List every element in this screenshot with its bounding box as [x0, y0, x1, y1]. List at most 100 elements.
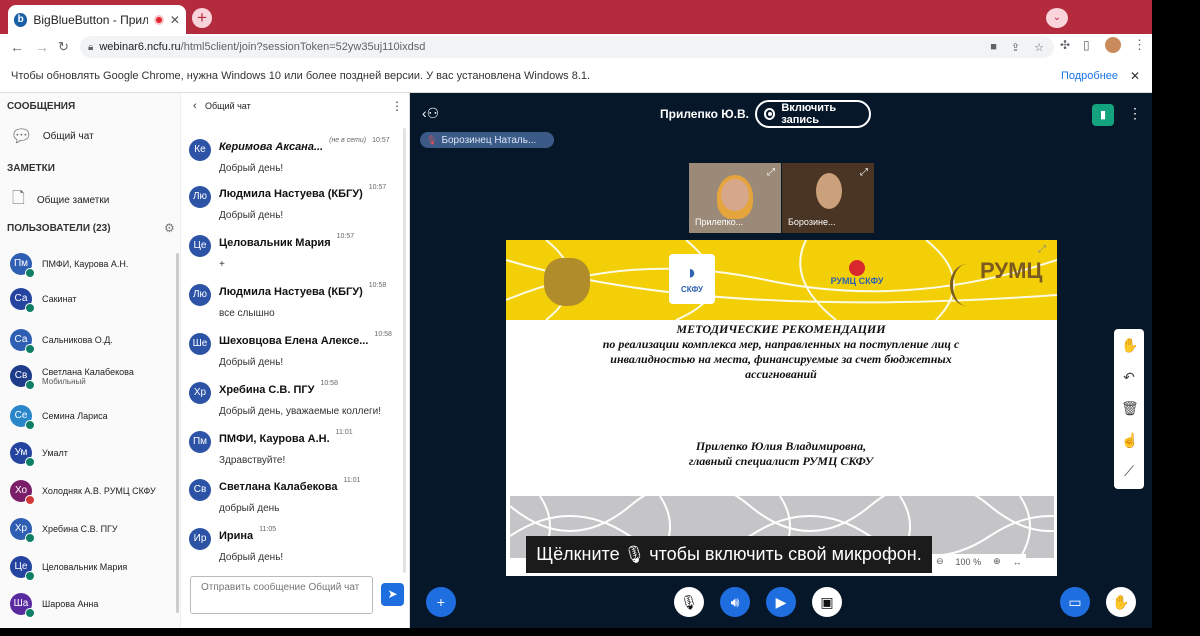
shared-notes-item[interactable]: 🗋 Общие заметки	[12, 187, 109, 214]
address-bar[interactable]: 🔒︎ webinar6.ncfu.ru/html5client/join?ses…	[80, 36, 1054, 58]
close-tab-icon[interactable]: ✕	[170, 13, 180, 27]
chat-timestamp: 11:05	[259, 526, 277, 533]
record-button[interactable]: Включить запись	[755, 100, 871, 128]
extensions-icon[interactable]: ✣	[1060, 38, 1070, 52]
raise-hand-button[interactable]: ✋	[1106, 587, 1136, 617]
user-list-item[interactable]: Са Сакинат	[10, 288, 76, 313]
shared-notes-label: Общие заметки	[36, 195, 110, 206]
chat-scrollbar[interactable]	[403, 128, 406, 573]
chat-message: Ке Керимова Аксана... (не в сети) 10:57 Добр…	[189, 137, 401, 174]
fit-width-icon[interactable]: ↔	[1013, 557, 1022, 567]
chat-sender: Хребина С.В. ПГУ	[219, 384, 315, 396]
users-settings-gear-icon[interactable]: ⚙	[164, 221, 175, 235]
undo-icon[interactable]: ↶	[1121, 369, 1137, 385]
rumc-logo: РУМЦ	[946, 254, 1056, 310]
users-scrollbar[interactable]	[176, 253, 179, 613]
bbb-favicon-icon: b	[14, 12, 28, 27]
back-icon[interactable]: ←	[10, 39, 24, 55]
camera-blocked-icon[interactable]: ■	[990, 41, 997, 54]
camera-button[interactable]: ▶	[766, 587, 796, 617]
chat-sender: Целовальник Мария	[219, 237, 331, 249]
presentation-toggle-button[interactable]: ▭	[1060, 587, 1090, 617]
public-chat-item[interactable]: 💬︎ Общий чат	[10, 126, 94, 147]
user-name: Целовальник Мария	[42, 562, 128, 572]
user-list-item[interactable]: Се Семина Лариса	[10, 405, 108, 430]
screen-share-button[interactable]: ▣	[812, 587, 842, 617]
user-list-item[interactable]: Це Целовальник Мария	[10, 556, 128, 581]
slide-yellow-banner: ◗ СКФУ РУМЦ СКФУ РУМЦ	[506, 240, 1057, 320]
chat-message: Ир Ирина 11:05 Добрый день!	[189, 526, 401, 563]
fullscreen-icon[interactable]: ⤢	[767, 167, 775, 178]
actions-plus-button[interactable]: +	[426, 587, 456, 617]
share-icon[interactable]: ⇪	[1011, 41, 1020, 54]
user-status-icon	[25, 533, 35, 543]
chat-message: Лю Людмила Настуева (КБГУ) 10:57 Добрый ден…	[189, 184, 401, 221]
presentation-slide: ◗ СКФУ РУМЦ СКФУ РУМЦ ⤢ МЕТОДИЧЕСКИЕ РЕК…	[506, 240, 1057, 576]
infobar-close-icon[interactable]: ✕	[1130, 69, 1140, 83]
messages-header: СООБЩЕНИЯ	[7, 101, 76, 112]
user-list-item[interactable]: Хр Хребина С.В. ПГУ	[10, 518, 118, 543]
reload-icon[interactable]: ↻	[58, 39, 69, 55]
zoom-in-icon[interactable]: ⊕	[993, 556, 1001, 567]
chat-back-chevron-icon[interactable]: ‹	[193, 100, 197, 112]
lock-icon: 🔒︎	[88, 41, 94, 53]
options-menu-icon[interactable]: ⋮	[1128, 105, 1142, 122]
chat-text: Добрый день!	[219, 163, 284, 174]
chat-sender: Керимова Аксана...	[219, 141, 324, 153]
chat-message: Св Светлана Калабекова 11:01 добрый день	[189, 477, 401, 514]
webcam-label-2: Борозине...	[788, 217, 836, 227]
chat-timestamp: 11:01	[343, 477, 361, 484]
update-infobar: Чтобы обновлять Google Chrome, нужна Win…	[0, 60, 1152, 93]
chat-sender: Светлана Калабекова	[219, 481, 338, 493]
forward-icon[interactable]: →	[35, 39, 49, 55]
user-list-item[interactable]: Пм ПМФИ, Каурова А.Н.	[10, 253, 128, 278]
chat-avatar: Св	[189, 479, 211, 501]
mic-tooltip-text-a: Щёлкните	[536, 544, 620, 564]
tab-search-button[interactable]: ⌄	[1046, 8, 1068, 28]
webcam-tile-2[interactable]: Борозине... ⤢	[782, 163, 874, 233]
browser-tab[interactable]: b BigBlueButton - Прилепко Н ✕	[8, 5, 186, 34]
audio-speaker-button[interactable]: 🔊︎	[720, 587, 750, 617]
connection-status-icon[interactable]: ▮	[1092, 104, 1114, 126]
chat-sender: ПМФИ, Каурова А.Н.	[219, 433, 330, 445]
chat-sender: Людмила Настуева (КБГУ)	[219, 188, 363, 200]
user-list-panel: СООБЩЕНИЯ 💬︎ Общий чат ЗАМЕТКИ 🗋 Общие з…	[0, 93, 181, 628]
user-name: Хребина С.В. ПГУ	[42, 524, 118, 534]
chat-sender: Ирина	[219, 530, 254, 542]
user-list-item[interactable]: Ша Шарова Анна	[10, 593, 98, 618]
zoom-out-icon[interactable]: ⊖	[936, 556, 944, 567]
toggle-userlist-icon[interactable]: ‹⚇	[422, 105, 439, 122]
whiteboard-chart-icon[interactable]: ⟋	[1121, 463, 1137, 479]
bookmark-star-icon[interactable]: ☆	[1034, 41, 1044, 54]
slide-fullscreen-icon[interactable]: ⤢	[1038, 244, 1046, 255]
chat-avatar: Ир	[189, 528, 211, 550]
user-list-item[interactable]: Ум Умалт	[10, 442, 68, 467]
hand-pan-icon[interactable]: ✋	[1121, 337, 1138, 353]
talking-name: Борозинец Наталь...	[441, 134, 537, 146]
public-chat-panel: ‹ Общий чат ⋮ Ке Керимова Аксана... (не в …	[181, 93, 410, 628]
mic-tooltip: Щёлкните 🎙︎ чтобы включить свой микрофон…	[526, 536, 932, 573]
user-list-item[interactable]: Хо Холодняк А.В. РУМЦ СКФУ	[10, 480, 156, 505]
user-status-icon	[25, 344, 35, 354]
user-list-item[interactable]: Св Светлана Калабекова Мобильный	[10, 365, 134, 390]
chat-options-icon[interactable]: ⋮	[391, 99, 403, 113]
profile-avatar[interactable]	[1105, 37, 1121, 53]
send-message-button[interactable]: ➤	[381, 583, 404, 606]
users-header: ПОЛЬЗОВАТЕЛИ (23)	[7, 223, 111, 234]
clear-trash-icon[interactable]: 🗑︎	[1121, 400, 1139, 416]
zoom-controls: ⊖ 100 % ⊕ ↔	[932, 554, 1026, 569]
browser-menu-icon[interactable]: ⋮	[1133, 37, 1146, 53]
new-tab-button[interactable]: +	[192, 8, 212, 28]
multi-user-pointer-icon[interactable]: ☝	[1121, 432, 1138, 448]
join-audio-mic-button[interactable]: 🎙︎	[674, 587, 704, 617]
rumc-ncfu-logo-text: РУМЦ СКФУ	[830, 276, 884, 286]
fullscreen-icon[interactable]: ⤢	[860, 167, 868, 178]
chat-message-input[interactable]: Отправить сообщение Общий чат	[190, 576, 373, 614]
user-list-item[interactable]: Са Сальникова О.Д.	[10, 329, 113, 354]
webcam-tile-1[interactable]: Прилепко... ⤢	[689, 163, 781, 233]
side-panel-icon[interactable]: ▯	[1083, 38, 1090, 52]
right-frame	[1152, 0, 1200, 636]
infobar-more-link[interactable]: Подробнее	[1061, 70, 1118, 82]
notes-header: ЗАМЕТКИ	[7, 163, 55, 174]
mic-tooltip-text-b: чтобы включить свой микрофон.	[649, 544, 922, 564]
